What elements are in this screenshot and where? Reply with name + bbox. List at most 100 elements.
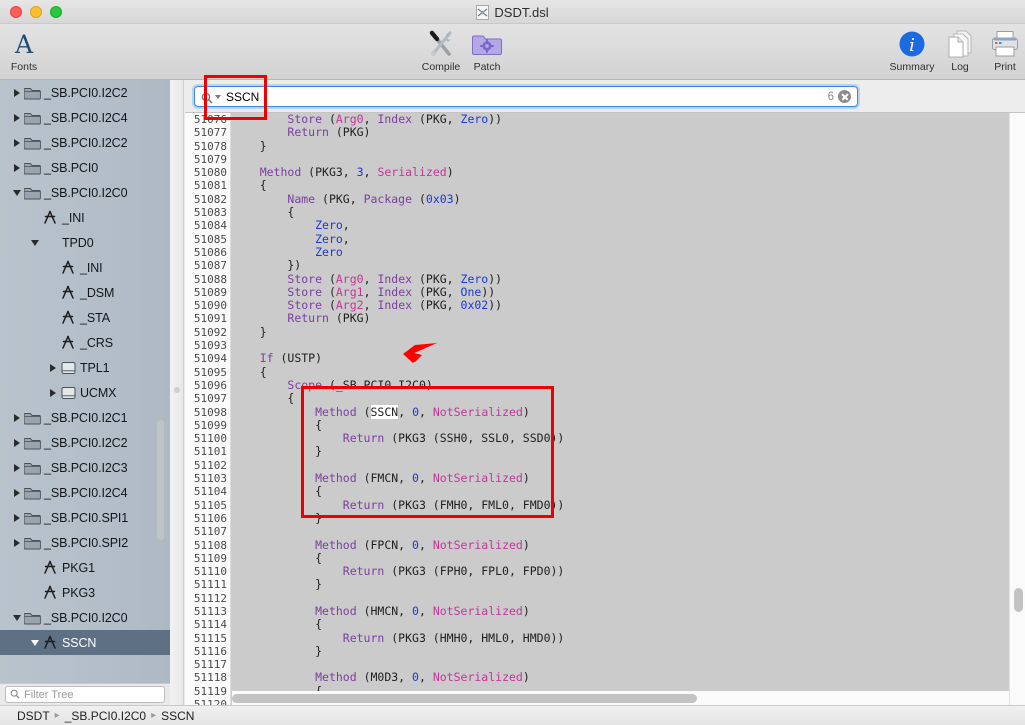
tree-item-dsm[interactable]: _DSM: [0, 280, 170, 305]
tree-item-sb-pci0-spi1[interactable]: _SB.PCI0.SPI1: [0, 505, 170, 530]
tree-item-tpd0[interactable]: TPD0: [0, 230, 170, 255]
code-line[interactable]: Store (Arg1, Index (PKG, One)): [232, 285, 1025, 299]
tree-list[interactable]: _SB.PCI0.I2C2 _SB.PCI0.I2C4 _SB.PCI0.I2C2 _…: [0, 80, 170, 655]
chevron-right-icon[interactable]: [10, 413, 23, 422]
chevron-down-icon[interactable]: [10, 189, 23, 196]
code-line[interactable]: Zero,: [232, 219, 1025, 232]
code-line[interactable]: }: [232, 644, 1025, 658]
code-line[interactable]: [232, 153, 1025, 166]
code-line[interactable]: [232, 525, 1025, 538]
pane-divider-grip[interactable]: [174, 387, 180, 393]
code-text-pane[interactable]: Store (Arg0, Index (PKG, Zero)) Return (…: [232, 113, 1025, 705]
code-line[interactable]: {: [232, 485, 1025, 498]
code-line[interactable]: {: [232, 179, 1025, 192]
chevron-down-icon[interactable]: [10, 614, 23, 621]
code-editor[interactable]: 51076 51077 51078 51079 51080 51081 51082 51083…: [185, 113, 1025, 705]
patch-button[interactable]: Patch: [457, 28, 517, 78]
tree-item-sscn[interactable]: SSCN: [0, 630, 170, 655]
tree-item-pkg1[interactable]: PKG1: [0, 555, 170, 580]
code-line[interactable]: {: [232, 618, 1025, 631]
horizontal-scroll-thumb[interactable]: [232, 693, 697, 703]
code-line[interactable]: [232, 658, 1025, 671]
code-line[interactable]: Scope (_SB.PCI0.I2C0): [232, 378, 1025, 392]
chevron-right-icon[interactable]: [10, 488, 23, 497]
sidebar-scroll-thumb[interactable]: [157, 420, 164, 540]
print-button[interactable]: Print: [975, 28, 1025, 78]
breadcrumb-item-1[interactable]: _SB.PCI0.I2C0: [65, 709, 146, 723]
chevron-right-icon[interactable]: [10, 438, 23, 447]
tree-item-ini[interactable]: _INI: [0, 205, 170, 230]
tree-item-ini[interactable]: _INI: [0, 255, 170, 280]
tree-item-crs[interactable]: _CRS: [0, 330, 170, 355]
code-line[interactable]: {: [232, 392, 1025, 405]
tree-item-sb-pci0-i2c1[interactable]: _SB.PCI0.I2C1: [0, 405, 170, 430]
code-line[interactable]: Return (PKG3 (FMH0, FML0, FMD0)): [232, 498, 1025, 512]
tree-item-sb-pci0[interactable]: _SB.PCI0: [0, 155, 170, 180]
tree-item-sb-pci0-i2c2[interactable]: _SB.PCI0.I2C2: [0, 80, 170, 105]
code-line[interactable]: }): [232, 259, 1025, 272]
clear-circle-icon[interactable]: [838, 90, 851, 103]
code-line[interactable]: [232, 592, 1025, 605]
tree-item-tpl1[interactable]: TPL1: [0, 355, 170, 380]
code-line[interactable]: Method (PKG3, 3, Serialized): [232, 166, 1025, 179]
chevron-right-icon[interactable]: [10, 88, 23, 97]
filter-tree-input[interactable]: Filter Tree: [5, 686, 165, 703]
code-line[interactable]: Store (Arg0, Index (PKG, Zero)): [232, 272, 1025, 286]
code-line[interactable]: Return (PKG): [232, 312, 1025, 325]
code-line[interactable]: {: [232, 205, 1025, 219]
tree-item-pkg3[interactable]: PKG3: [0, 580, 170, 605]
code-line[interactable]: }: [232, 139, 1025, 153]
code-line[interactable]: Return (PKG3 (SSH0, SSL0, SSD0)): [232, 431, 1025, 445]
code-line[interactable]: {: [232, 418, 1025, 432]
code-line[interactable]: Method (FMCN, 0, NotSerialized): [232, 471, 1025, 485]
code-line[interactable]: Zero: [232, 245, 1025, 259]
chevron-down-icon[interactable]: [28, 639, 41, 646]
tree-item-sb-pci0-spi2[interactable]: _SB.PCI0.SPI2: [0, 530, 170, 555]
breadcrumb-item-0[interactable]: DSDT: [17, 709, 50, 723]
chevron-right-icon[interactable]: [10, 463, 23, 472]
tree-item-sb-pci0-i2c2[interactable]: _SB.PCI0.I2C2: [0, 130, 170, 155]
code-line[interactable]: Method (SSCN, 0, NotSerialized): [232, 404, 1025, 419]
chevron-right-icon[interactable]: [10, 113, 23, 122]
code-line[interactable]: {: [232, 365, 1025, 379]
tree-sidebar[interactable]: _SB.PCI0.I2C2 _SB.PCI0.I2C4 _SB.PCI0.I2C2 _…: [0, 80, 170, 705]
code-line[interactable]: }: [232, 325, 1025, 339]
code-line[interactable]: Return (PKG): [232, 126, 1025, 139]
chevron-right-icon[interactable]: [10, 538, 23, 547]
tree-item-sb-pci0-i2c4[interactable]: _SB.PCI0.I2C4: [0, 480, 170, 505]
code-line[interactable]: Method (FPCN, 0, NotSerialized): [232, 538, 1025, 552]
tree-item-sta[interactable]: _STA: [0, 305, 170, 330]
chevron-right-icon[interactable]: [10, 138, 23, 147]
editor-vertical-scroll-thumb[interactable]: [1014, 588, 1023, 612]
tree-item-ucmx[interactable]: UCMX: [0, 380, 170, 405]
tree-item-sb-pci0-i2c0[interactable]: _SB.PCI0.I2C0: [0, 180, 170, 205]
chevron-down-icon[interactable]: [28, 239, 41, 246]
code-line[interactable]: Method (M0D3, 0, NotSerialized): [232, 671, 1025, 684]
editor-vertical-scrollbar[interactable]: [1009, 113, 1025, 705]
code-line[interactable]: Zero,: [232, 232, 1025, 246]
code-line[interactable]: {: [232, 551, 1025, 565]
code-line[interactable]: }: [232, 511, 1025, 525]
chevron-right-icon[interactable]: [46, 363, 59, 372]
code-line[interactable]: }: [232, 578, 1025, 591]
code-line[interactable]: Store (Arg2, Index (PKG, 0x02)): [232, 299, 1025, 312]
chevron-right-icon[interactable]: [46, 388, 59, 397]
code-line[interactable]: [232, 459, 1025, 472]
tree-item-sb-pci0-i2c0[interactable]: _SB.PCI0.I2C0: [0, 605, 170, 630]
fonts-button[interactable]: A Fonts: [0, 28, 54, 78]
horizontal-scrollbar[interactable]: [232, 691, 1025, 705]
chevron-right-icon[interactable]: [10, 513, 23, 522]
code-line[interactable]: If (USTP): [232, 352, 1025, 365]
tree-item-sb-pci0-i2c3[interactable]: _SB.PCI0.I2C3: [0, 455, 170, 480]
code-line[interactable]: Return (PKG3 (HMH0, HML0, HMD0)): [232, 631, 1025, 645]
tree-item-sb-pci0-i2c4[interactable]: _SB.PCI0.I2C4: [0, 105, 170, 130]
breadcrumb-item-2[interactable]: SSCN: [161, 709, 194, 723]
code-line[interactable]: [232, 339, 1025, 352]
code-line[interactable]: Store (Arg0, Index (PKG, Zero)): [232, 113, 1025, 126]
code-line[interactable]: Method (HMCN, 0, NotSerialized): [232, 604, 1025, 618]
chevron-right-icon[interactable]: [10, 163, 23, 172]
code-line[interactable]: Name (PKG, Package (0x03): [232, 192, 1025, 206]
code-line[interactable]: Return (PKG3 (FPH0, FPL0, FPD0)): [232, 564, 1025, 578]
tree-item-sb-pci0-i2c2[interactable]: _SB.PCI0.I2C2: [0, 430, 170, 455]
code-line[interactable]: }: [232, 445, 1025, 458]
